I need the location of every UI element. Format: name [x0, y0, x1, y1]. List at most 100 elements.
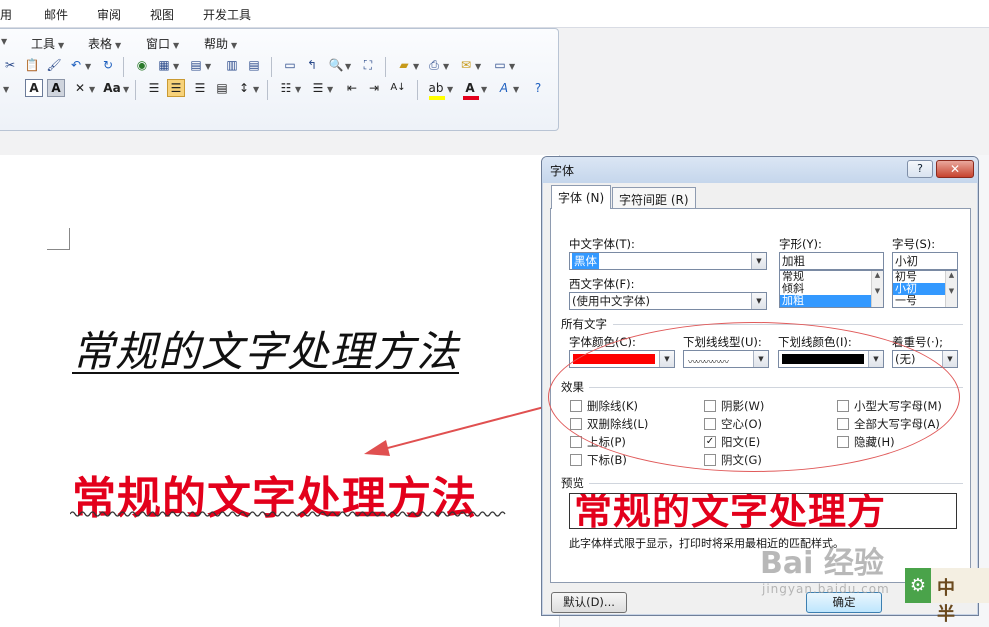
- chevron-down-icon[interactable]: ▼: [413, 62, 419, 71]
- sort-icon[interactable]: A↓: [389, 79, 407, 97]
- bullets-icon[interactable]: ☰: [309, 79, 327, 97]
- character-shading-button[interactable]: A: [47, 79, 65, 97]
- insert-table-icon[interactable]: ▤: [187, 56, 205, 74]
- preview-text: 常规的文字处理方: [574, 493, 887, 529]
- chevron-down-icon[interactable]: ▼: [89, 85, 95, 94]
- annotation-ellipse: [548, 322, 960, 472]
- chevron-down-icon[interactable]: ▼: [481, 85, 487, 94]
- chinese-font-select[interactable]: 黑体 ▼: [569, 252, 767, 270]
- chevron-down-icon[interactable]: ▼: [443, 62, 449, 71]
- paste-icon[interactable]: 📋: [23, 56, 41, 74]
- chevron-down-icon: ▼: [58, 41, 65, 50]
- line-spacing-icon[interactable]: ↕: [235, 79, 253, 97]
- default-button[interactable]: 默认(D)...: [551, 592, 627, 613]
- western-font-select[interactable]: (使用中文字体) ▼: [569, 292, 767, 310]
- chevron-down-icon[interactable]: ▼: [295, 85, 301, 94]
- tab-font[interactable]: 字体 (N): [551, 185, 612, 209]
- group-divider: [589, 483, 963, 484]
- chevron-down-icon[interactable]: ▼: [345, 62, 351, 71]
- tab-mailings[interactable]: 邮件: [44, 6, 68, 23]
- chevron-down-icon[interactable]: ▼: [173, 62, 179, 71]
- chevron-down-icon: ▼: [173, 41, 180, 50]
- justify-icon[interactable]: ▤: [213, 79, 231, 97]
- text-effects-icon[interactable]: A: [495, 79, 513, 97]
- format-painter-icon[interactable]: 🖌: [45, 56, 63, 74]
- undo-icon[interactable]: ↶: [67, 56, 85, 74]
- chevron-down-icon[interactable]: ▼: [205, 62, 211, 71]
- columns-icon[interactable]: ▥: [223, 56, 241, 74]
- comment-icon[interactable]: ▭: [281, 56, 299, 74]
- toolbar-separator: [271, 57, 272, 77]
- document-text-normal[interactable]: 常规的文字处理方法: [72, 318, 459, 379]
- all-text-group-label: 所有文字: [561, 317, 607, 331]
- decrease-indent-icon[interactable]: ⇤: [343, 79, 361, 97]
- font-style-input[interactable]: 加粗: [779, 252, 884, 270]
- toolbar-separator: [267, 80, 268, 100]
- envelope-icon[interactable]: ✉: [457, 56, 475, 74]
- tab-reference[interactable]: 用: [0, 6, 12, 23]
- help-button[interactable]: ?: [907, 160, 933, 178]
- paragraph-mark-icon[interactable]: ↰: [303, 56, 321, 74]
- chevron-down-icon[interactable]: ▼: [475, 62, 481, 71]
- full-screen-icon[interactable]: ⛶: [359, 56, 377, 74]
- scrollbar[interactable]: ▲ ▼: [871, 271, 883, 307]
- asian-layout-icon[interactable]: ✕: [71, 79, 89, 97]
- chevron-down-icon[interactable]: ▼: [1, 37, 7, 46]
- western-font-value: (使用中文字体): [572, 294, 650, 308]
- western-font-label: 西文字体(F):: [569, 277, 635, 291]
- align-center-icon[interactable]: ☰: [167, 79, 185, 97]
- corner-badge-text: 中 半: [937, 578, 963, 625]
- hyperlink-icon[interactable]: ◉: [133, 56, 151, 74]
- increase-indent-icon[interactable]: ⇥: [365, 79, 383, 97]
- subscript-checkbox[interactable]: [570, 454, 582, 466]
- highlight-icon[interactable]: ab: [427, 79, 445, 97]
- scrollbar[interactable]: ▲ ▼: [945, 271, 957, 307]
- close-button[interactable]: ✕: [936, 160, 974, 178]
- chevron-down-icon[interactable]: ▼: [447, 85, 453, 94]
- font-color-icon[interactable]: A: [461, 79, 479, 97]
- folder-icon[interactable]: ▰: [395, 56, 413, 74]
- align-right-icon[interactable]: ☰: [191, 79, 209, 97]
- chevron-down-icon[interactable]: ▼: [123, 85, 129, 94]
- toolbar-separator: [417, 80, 418, 100]
- ribbon-tab-bar: 用 邮件 审阅 视图 开发工具: [0, 0, 989, 28]
- border-icon[interactable]: ▭: [491, 56, 509, 74]
- tab-character-spacing[interactable]: 字符间距 (R): [612, 187, 696, 208]
- document-page[interactable]: [0, 155, 560, 627]
- toolbar-separator: [135, 80, 136, 100]
- font-style-list[interactable]: 常规 倾斜 加粗 ▲ ▼: [779, 270, 884, 308]
- redo-icon[interactable]: ↻: [99, 56, 117, 74]
- help-icon[interactable]: ?: [529, 79, 547, 97]
- chevron-down-icon[interactable]: ▼: [253, 85, 259, 94]
- print-icon[interactable]: ⎙: [425, 56, 443, 74]
- crop-mark: [47, 249, 69, 250]
- text-box-icon[interactable]: ▤: [245, 56, 263, 74]
- chevron-down-icon[interactable]: ▼: [3, 85, 9, 94]
- menu-help-label: 帮助: [204, 37, 229, 51]
- numbering-icon[interactable]: ☷: [277, 79, 295, 97]
- menu-window-label: 窗口: [146, 37, 171, 51]
- chevron-down-icon[interactable]: ▼: [513, 85, 519, 94]
- font-size-input[interactable]: 小初: [892, 252, 958, 270]
- zoom-icon[interactable]: 🔍: [327, 56, 345, 74]
- change-case-button[interactable]: Aa: [99, 79, 125, 97]
- menu-window[interactable]: 窗口 ▼: [146, 35, 179, 52]
- font-style-option-selected[interactable]: 加粗: [780, 295, 883, 307]
- tab-developer[interactable]: 开发工具: [203, 6, 251, 23]
- menu-table[interactable]: 表格 ▼: [88, 35, 121, 52]
- menu-tools[interactable]: 工具 ▼: [31, 35, 64, 52]
- chevron-down-icon[interactable]: ▼: [327, 85, 333, 94]
- chevron-down-icon[interactable]: ▼: [509, 62, 515, 71]
- chevron-down-icon[interactable]: ▼: [85, 62, 91, 71]
- dialog-titlebar[interactable]: 字体 ? ✕: [542, 157, 978, 183]
- watermark-brand: Bai 经验: [760, 546, 884, 581]
- menu-help[interactable]: 帮助 ▼: [204, 35, 237, 52]
- font-size-list[interactable]: 初号 小初 一号 ▲ ▼: [892, 270, 958, 308]
- tab-review[interactable]: 审阅: [97, 6, 121, 23]
- corner-badge: ⚙ 中 半: [905, 568, 989, 625]
- align-left-icon[interactable]: ☰: [145, 79, 163, 97]
- tab-view[interactable]: 视图: [150, 6, 174, 23]
- table-icon[interactable]: ▦: [155, 56, 173, 74]
- cut-icon[interactable]: ✂: [1, 56, 19, 74]
- character-border-button[interactable]: A: [25, 79, 43, 97]
